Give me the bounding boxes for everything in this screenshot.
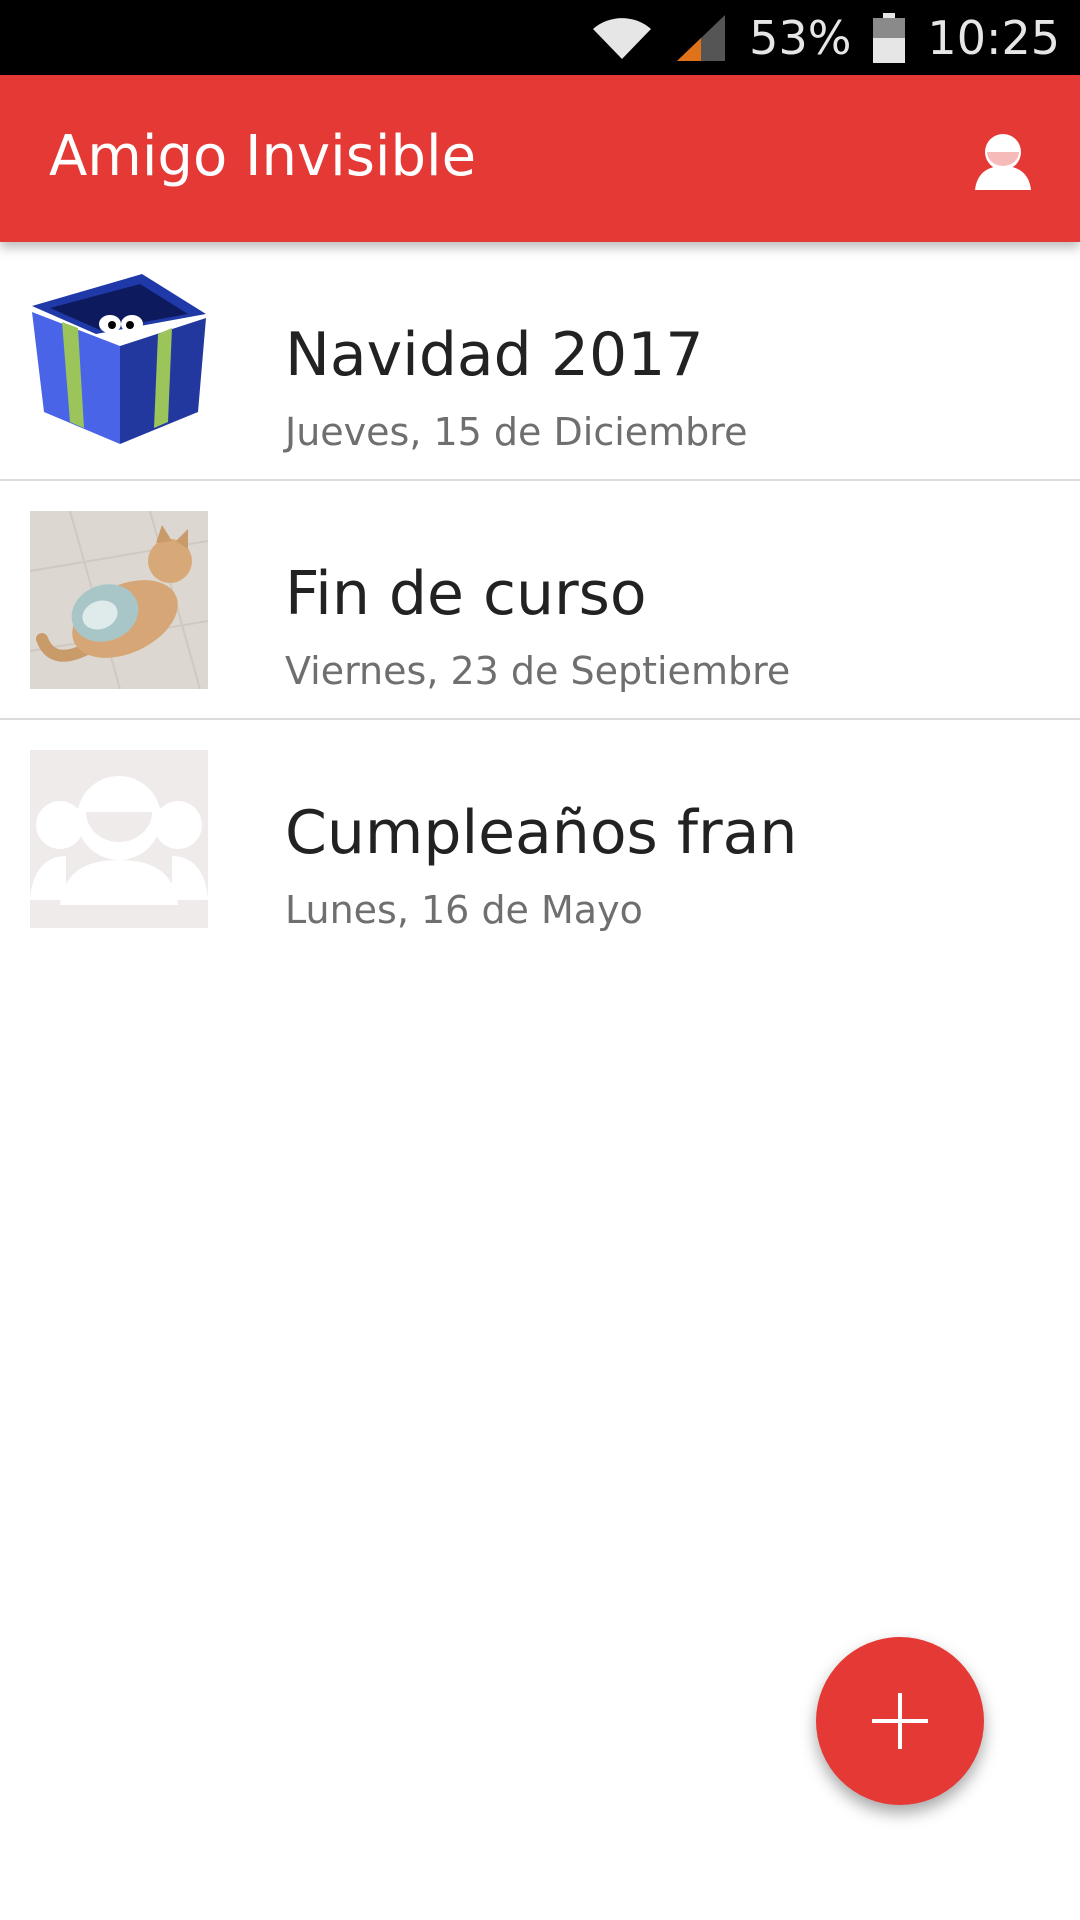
battery-icon xyxy=(873,12,906,63)
group-placeholder-image xyxy=(30,750,208,928)
event-list: Navidad 2017 Jueves, 15 de Diciembre Fin… xyxy=(0,242,1080,959)
list-item[interactable]: Cumpleaños fran Lunes, 16 de Mayo xyxy=(0,720,1080,959)
event-title: Navidad 2017 xyxy=(285,320,704,390)
plus-icon xyxy=(872,1693,928,1749)
event-title: Fin de curso xyxy=(285,559,647,629)
event-date: Viernes, 23 de Septiembre xyxy=(285,649,791,693)
event-date: Jueves, 15 de Diciembre xyxy=(285,410,748,454)
event-date: Lunes, 16 de Mayo xyxy=(285,888,643,932)
status-bar: 53% 10:25 xyxy=(0,0,1080,75)
battery-percent: 53% xyxy=(749,10,852,65)
add-event-button[interactable] xyxy=(816,1637,984,1805)
list-item[interactable]: Navidad 2017 Jueves, 15 de Diciembre xyxy=(0,242,1080,481)
clock: 10:25 xyxy=(927,10,1060,65)
cat-photo-image xyxy=(30,511,208,689)
event-title: Cumpleaños fran xyxy=(285,798,798,868)
list-item[interactable]: Fin de curso Viernes, 23 de Septiembre xyxy=(0,481,1080,720)
app-bar: Amigo Invisible xyxy=(0,75,1080,242)
signal-icon xyxy=(677,14,726,61)
wifi-icon xyxy=(593,17,652,59)
account-button[interactable] xyxy=(966,125,1040,199)
app-title: Amigo Invisible xyxy=(49,124,477,189)
account-icon xyxy=(975,134,1031,190)
gift-box-image xyxy=(30,272,208,450)
